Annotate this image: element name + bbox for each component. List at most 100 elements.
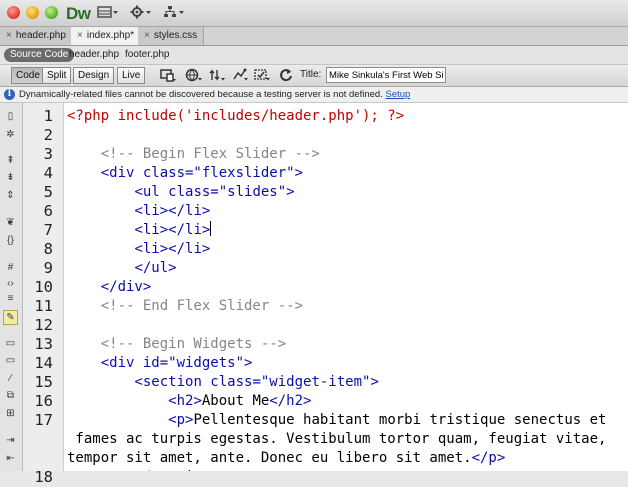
code-line[interactable]: <li></li> <box>67 221 212 240</box>
highlight-invalid-code-icon[interactable]: ‹› <box>3 277 18 290</box>
code-line[interactable]: <p>Pellentesque habitant morbi tristique… <box>67 411 606 430</box>
code-token-comment: <!-- End Flex Slider --> <box>100 298 304 314</box>
word-wrap-icon[interactable]: ≡ <box>3 292 18 305</box>
refresh-icon[interactable] <box>279 67 293 83</box>
move-css-icon[interactable]: ⊞ <box>3 407 18 420</box>
code-token-tag: </h2> <box>269 393 312 409</box>
code-token-tag: <p> <box>168 412 194 428</box>
syntax-error-alerts-icon[interactable]: ✎ <box>3 310 18 325</box>
code-line[interactable]: </ul> <box>67 259 177 278</box>
related-file-header-php[interactable]: header.php <box>69 48 119 62</box>
wrap-tag-icon[interactable]: ⁄ <box>3 372 18 385</box>
collapse-selection-icon[interactable]: ⇟ <box>3 171 18 184</box>
line-number: 6 <box>43 202 53 220</box>
design-view-button[interactable]: Design <box>73 67 115 84</box>
code-token-tag: </p> <box>471 450 506 466</box>
tab-styles-css[interactable]: × styles.css <box>138 27 205 45</box>
code-line[interactable]: <div id="widgets"> <box>67 354 253 373</box>
info-icon: i <box>4 89 15 100</box>
related-file-footer-php[interactable]: footer.php <box>125 48 169 62</box>
multiscreen-icon[interactable] <box>159 67 177 83</box>
line-numbers-icon[interactable]: # <box>3 261 18 274</box>
setup-link[interactable]: Setup <box>385 89 410 100</box>
remove-comment-icon[interactable]: ▭ <box>3 354 18 367</box>
code-line[interactable]: <h2>About Me</h2> <box>67 392 311 411</box>
recent-snippets-icon[interactable]: ⧉ <box>3 389 18 402</box>
document-tabs: × header.php × index.php* × styles.css <box>0 27 628 46</box>
code-token-comment: <!-- Begin Flex Slider --> <box>100 146 320 162</box>
close-window-button[interactable] <box>7 6 20 19</box>
code-line[interactable]: <?php include('includes/header.php'); ?> <box>67 107 404 126</box>
code-line[interactable]: <!-- End Flex Slider --> <box>67 297 303 316</box>
code-line[interactable]: <div class="flexslider"> <box>67 164 303 183</box>
related-files-bar: Source Code header.php footer.php <box>0 46 628 65</box>
line-number: 14 <box>34 354 53 372</box>
code-line[interactable]: tempor sit amet, ante. Donec eu libero s… <box>67 449 505 468</box>
app-logo: Dw <box>66 4 91 23</box>
zoom-window-button[interactable] <box>45 6 58 19</box>
code-token-txt: tempor sit amet, ante. Donec eu libero s… <box>67 450 472 466</box>
code-line[interactable]: <ul class="slides"> <box>67 183 294 202</box>
live-view-button[interactable]: Live <box>117 67 146 84</box>
layout-icon[interactable] <box>97 5 119 21</box>
info-message: Dynamically-related files cannot be disc… <box>19 89 411 100</box>
visual-aids-icon[interactable] <box>253 67 271 83</box>
line-number: 17 <box>34 411 53 429</box>
show-code-navigator-icon[interactable]: ✲ <box>3 128 18 141</box>
line-number: 11 <box>34 297 53 315</box>
debug-icon[interactable] <box>232 67 250 83</box>
code-line[interactable]: <li></li> <box>67 202 210 221</box>
close-tab-icon[interactable]: × <box>144 30 150 41</box>
indent-code-icon[interactable]: ⇥ <box>3 434 18 447</box>
preview-in-browser-icon[interactable] <box>185 67 203 83</box>
line-number: 15 <box>34 373 53 391</box>
apply-comment-icon[interactable]: ▭ <box>3 337 18 350</box>
related-file-source-code[interactable]: Source Code <box>4 48 75 62</box>
tab-header-php[interactable]: × header.php <box>0 27 73 45</box>
open-documents-icon[interactable]: ▯ <box>3 110 18 123</box>
code-line[interactable]: </div> <box>67 278 152 297</box>
code-line[interactable]: fames ac turpis egestas. Vestibulum tort… <box>67 430 606 449</box>
code-token-tag: </ul> <box>134 260 177 276</box>
page-title-input[interactable] <box>326 67 446 83</box>
code-token-tag: <h2> <box>168 393 202 409</box>
code-token-tag: <li></li> <box>134 222 211 238</box>
code-view-button[interactable]: Code <box>11 67 45 84</box>
expand-all-icon[interactable]: ⇕ <box>3 189 18 202</box>
line-number: 8 <box>43 240 53 258</box>
code-editor[interactable]: <?php include('includes/header.php'); ?>… <box>64 103 628 471</box>
code-line[interactable]: <!-- Begin Flex Slider --> <box>67 145 320 164</box>
line-number: 3 <box>43 145 53 163</box>
outdent-code-icon[interactable]: ⇤ <box>3 452 18 465</box>
line-number-gutter: 1 2 3 4 5 6 7 8 9 10 11 12 13 14 15 16 17 18 <box>23 103 64 486</box>
code-line[interactable]: <li></li> <box>67 240 210 259</box>
line-number: 2 <box>43 126 53 144</box>
sitemap-icon[interactable] <box>163 5 185 21</box>
balance-braces-icon[interactable]: {} <box>3 234 18 247</box>
file-management-icon[interactable] <box>209 67 227 83</box>
close-tab-icon[interactable]: × <box>77 30 83 41</box>
line-number: 1 <box>43 107 53 125</box>
gear-icon[interactable] <box>130 5 152 21</box>
code-line[interactable]: <!-- Begin Widgets --> <box>67 335 286 354</box>
coding-toolbar: ▯ ✲ ⇞ ⇟ ⇕ ❦ {} # ‹› ≡ ✎ ▭ ▭ ⁄ ⧉ ⊞ ⇥ ⇤ <box>0 103 23 471</box>
line-number: 16 <box>34 392 53 410</box>
close-tab-icon[interactable]: × <box>6 30 12 41</box>
tab-index-php[interactable]: × index.php* <box>71 27 142 45</box>
code-line[interactable]: <section class="widget-item"> <box>67 373 378 392</box>
split-view-button[interactable]: Split <box>42 67 72 84</box>
info-bar: i Dynamically-related files cannot be di… <box>0 87 628 103</box>
code-token-tag: <div class="flexslider"> <box>100 165 304 181</box>
collapse-full-tag-icon[interactable]: ⇞ <box>3 154 18 167</box>
code-token-tag: <li></li> <box>134 203 211 219</box>
select-parent-tag-icon[interactable]: ❦ <box>3 216 18 229</box>
title-label: Title: <box>300 69 322 80</box>
minimize-window-button[interactable] <box>26 6 39 19</box>
